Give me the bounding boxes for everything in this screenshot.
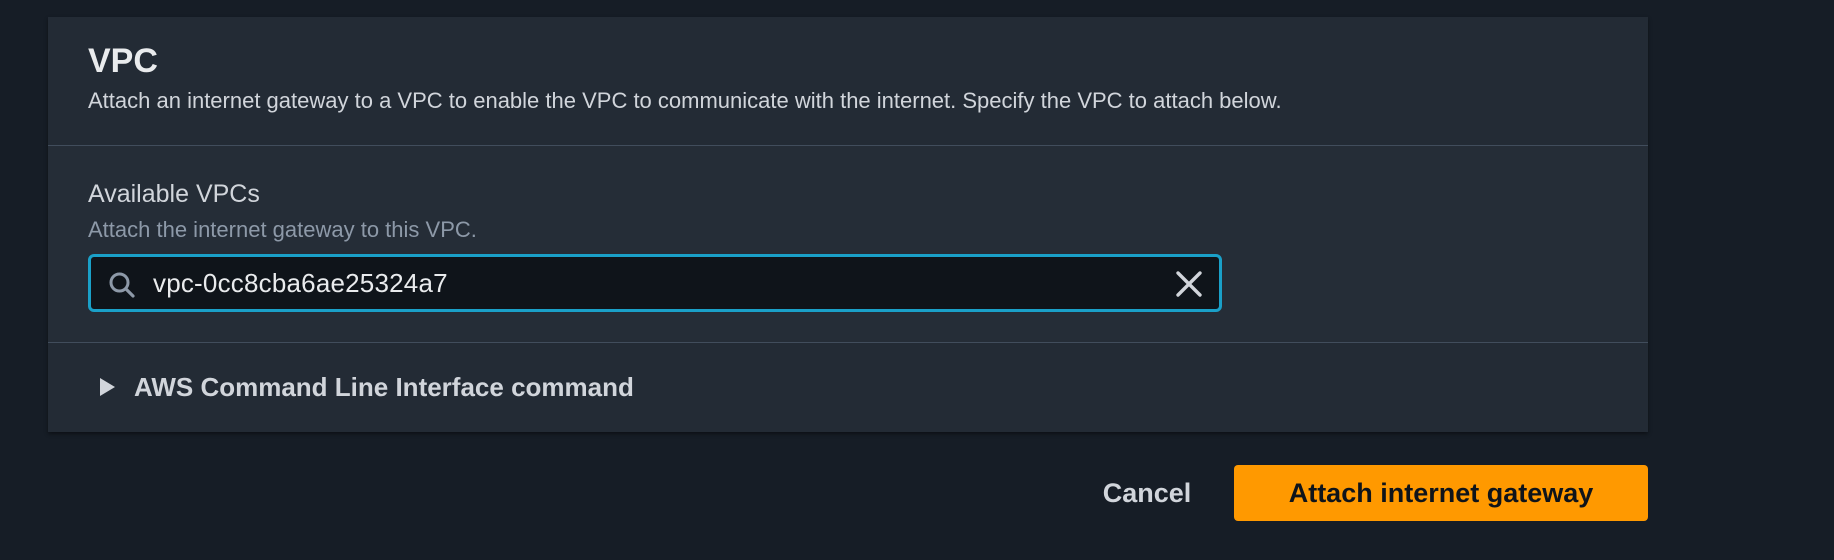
cli-command-label: AWS Command Line Interface command [134, 371, 634, 402]
vpc-search-input[interactable]: vpc-0cc8cba6ae25324a7 [88, 254, 1222, 312]
close-icon[interactable] [1173, 268, 1205, 300]
search-icon [109, 272, 135, 298]
cli-command-expander[interactable]: AWS Command Line Interface command [48, 343, 1648, 431]
vpc-search-value[interactable]: vpc-0cc8cba6ae25324a7 [153, 257, 448, 309]
attach-internet-gateway-button[interactable]: Attach internet gateway [1234, 465, 1648, 521]
available-vpcs-hint: Attach the internet gateway to this VPC. [88, 217, 477, 242]
available-vpcs-label: Available VPCs [88, 180, 260, 208]
available-vpcs-form-field: Available VPCs Attach the internet gatew… [48, 146, 1648, 343]
caret-right-icon [100, 378, 115, 396]
panel-description: Attach an internet gateway to a VPC to e… [88, 88, 1282, 113]
cancel-button[interactable]: Cancel [1092, 465, 1202, 521]
panel-header: VPC Attach an internet gateway to a VPC … [48, 17, 1648, 146]
vpc-attach-panel: VPC Attach an internet gateway to a VPC … [48, 17, 1648, 432]
panel-title: VPC [88, 42, 158, 80]
